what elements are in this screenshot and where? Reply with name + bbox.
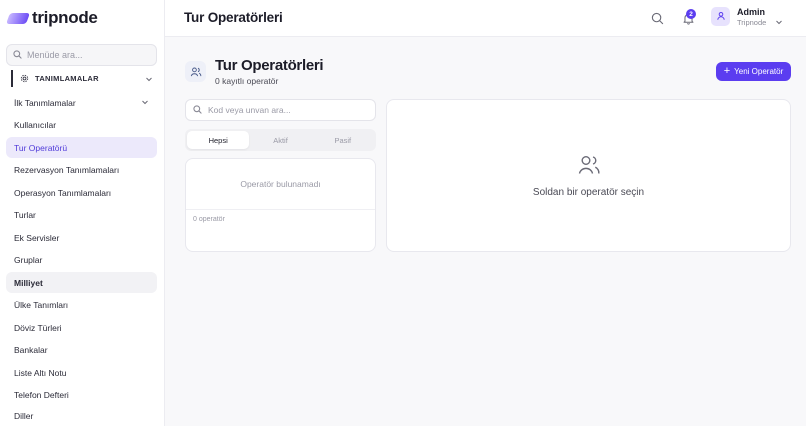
operator-detail-panel: Soldan bir operatör seçin [386,99,791,252]
user-icon [716,8,726,26]
top-bar: Tur Operatörleri 2 Admin Tripnode [165,0,806,37]
sidebar-item-label: Telefon Defteri [14,389,69,400]
sidebar-item-label: Tur Operatörü [14,142,68,153]
sidebar-item-label: Milliyet [14,277,43,288]
sidebar-item-turlar[interactable]: Turlar [6,204,157,225]
search-icon [13,46,22,64]
section-header-tanimlamalar[interactable]: TANIMLAMALAR [11,70,157,87]
avatar[interactable] [711,7,730,26]
filter-tab-all[interactable]: Hepsi [187,131,250,149]
notification-badge: 2 [686,9,696,19]
search-icon[interactable] [649,10,665,26]
sidebar-item-label: Diller [14,410,34,421]
header-title: Tur Operatörleri [184,10,283,25]
sidebar-item-kullanicilar[interactable]: Kullanıcılar [6,114,157,135]
page-title: Tur Operatörleri [215,57,324,74]
sidebar-item-ek-servisler[interactable]: Ek Servisler [6,227,157,248]
sidebar-item-label: Gruplar [14,254,43,265]
chevron-down-icon[interactable] [775,13,783,31]
page-subtitle: 0 kayıtlı operatör [215,76,279,86]
sidebar-item-label: Ülke Tanımları [14,299,69,310]
operator-search[interactable] [185,99,376,121]
user-organization: Tripnode [737,18,767,27]
sidebar-item-doviz-turleri[interactable]: Döviz Türleri [6,317,157,338]
filter-tab-active[interactable]: Aktif [249,131,311,149]
sidebar-item-label: Liste Altı Notu [14,367,67,378]
user-name[interactable]: Admin [737,7,765,17]
users-icon [185,61,206,82]
sidebar-item-label: Ek Servisler [14,232,60,243]
brand-name: tripnode [32,8,98,27]
operator-search-input[interactable] [208,105,368,115]
sidebar-item-rezervasyon-tanimlamalari[interactable]: Rezervasyon Tanımlamaları [6,159,157,180]
sidebar-item-liste-alti-notu[interactable]: Liste Altı Notu [6,362,157,383]
sidebar-search[interactable] [6,44,157,66]
search-icon [193,101,202,119]
sidebar-item-ilk-tanimlamalar[interactable]: İlk Tanımlamalar [6,92,157,113]
divider [186,209,375,210]
sidebar-item-label: Döviz Türleri [14,322,62,333]
sidebar-item-tur-operatoru[interactable]: Tur Operatörü [6,137,157,158]
chevron-down-icon [141,98,149,108]
sidebar-item-label: Turlar [14,209,36,220]
sidebar-item-gruplar[interactable]: Gruplar [6,249,157,270]
sidebar-item-label: Kullanıcılar [14,119,57,130]
sidebar-item-telefon-defteri[interactable]: Telefon Defteri [6,384,157,405]
sidebar-item-operasyon-tanimlamalari[interactable]: Operasyon Tanımlamaları [6,182,157,203]
chevron-down-icon [145,70,153,88]
users-icon [577,153,601,182]
filter-tab-passive[interactable]: Pasif [312,131,374,149]
sidebar: tripnode TANIMLAMALAR İlk Tanımlamalar K… [0,0,165,426]
plus-icon: + [723,65,731,77]
logo-mark-icon [5,12,31,24]
empty-list-message: Operatör bulunamadı [240,179,321,189]
sidebar-item-bankalar[interactable]: Bankalar [6,339,157,360]
sidebar-item-label: Rezervasyon Tanımlamaları [14,164,120,175]
detail-empty-message: Soldan bir operatör seçin [532,187,645,198]
sidebar-item-label: Operasyon Tanımlamaları [14,187,112,198]
sidebar-item-label: İlk Tanımlamalar [14,97,76,108]
sidebar-item-diller[interactable]: Diller [6,405,157,426]
brand-logo[interactable]: tripnode [5,8,98,28]
status-filter: Hepsi Aktif Pasif [185,129,376,151]
operator-list: Operatör bulunamadı 0 operatör [185,158,376,252]
sidebar-search-input[interactable] [27,50,152,60]
gear-icon [20,70,29,88]
sidebar-item-label: Bankalar [14,344,48,355]
new-operator-button[interactable]: + Yeni Operatör [716,62,791,81]
sidebar-item-ulke-tanimlari[interactable]: Ülke Tanımları [6,294,157,315]
new-operator-label: Yeni Operatör [734,67,784,76]
sidebar-item-milliyet[interactable]: Milliyet [6,272,157,293]
section-label: TANIMLAMALAR [35,74,99,83]
operator-count: 0 operatör [193,216,225,223]
